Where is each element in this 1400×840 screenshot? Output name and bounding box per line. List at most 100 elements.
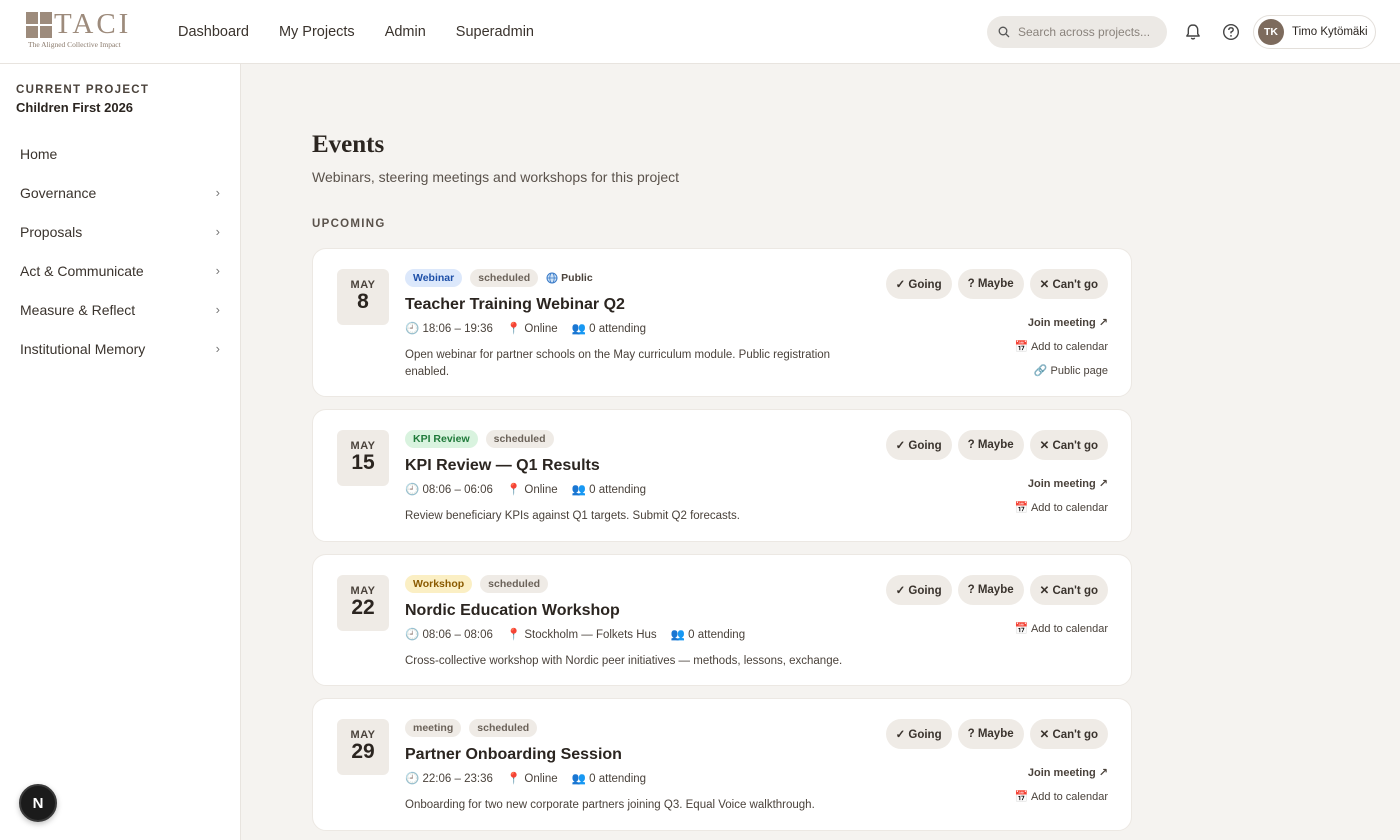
- chevron-right-icon: ›: [215, 341, 220, 356]
- event-location: 📍 Online: [506, 323, 558, 335]
- dev-tools-badge[interactable]: N: [19, 784, 57, 822]
- rsvp-cant-go-button[interactable]: ✕ Can't go: [1029, 719, 1108, 749]
- event-description: Open webinar for partner schools on the …: [405, 349, 831, 378]
- public-page-link[interactable]: 🔗 Public page: [1015, 363, 1108, 379]
- event-date: MAY 8: [337, 269, 389, 325]
- status-badge: scheduled: [485, 430, 554, 448]
- event-type-badge: Webinar: [405, 269, 463, 287]
- sidebar-item-label: Measure & Reflect: [20, 301, 136, 318]
- event-day: 8: [357, 290, 369, 313]
- rsvp-maybe-button[interactable]: ? Maybe: [957, 575, 1024, 605]
- user-name: Timo Kytömäki: [1292, 26, 1368, 38]
- event-time: 🕘 08:06 – 08:06: [405, 629, 493, 641]
- event-time: 🕘 08:06 – 06:06: [405, 484, 493, 496]
- bell-icon[interactable]: [1183, 22, 1203, 42]
- search-icon: [998, 26, 1010, 38]
- nav-admin[interactable]: Admin: [385, 24, 426, 40]
- add-to-calendar-link[interactable]: 📅 Add to calendar: [1015, 500, 1108, 516]
- event-attending: 👥 0 attending: [571, 323, 647, 335]
- avatar: TK: [1258, 19, 1284, 45]
- chevron-right-icon: ›: [215, 185, 220, 200]
- event-card: MAY 29 meeting scheduled Partner Onboard…: [312, 698, 1132, 831]
- event-date: MAY 22: [337, 575, 389, 631]
- rsvp-cant-go-button[interactable]: ✕ Can't go: [1029, 269, 1108, 299]
- sidebar-item-label: Home: [20, 145, 58, 162]
- add-to-calendar-link[interactable]: 📅 Add to calendar: [1015, 621, 1108, 637]
- page-title: Events: [312, 131, 385, 158]
- event-description: Onboarding for two new corporate partner…: [405, 799, 815, 811]
- event-attending: 👥 0 attending: [571, 773, 647, 785]
- event-location: 📍 Online: [506, 773, 558, 785]
- rsvp-going-button[interactable]: ✓ Going: [885, 719, 952, 749]
- join-meeting-link[interactable]: Join meeting ↗: [1015, 476, 1108, 492]
- join-meeting-link[interactable]: Join meeting ↗: [1015, 765, 1108, 781]
- event-location: 📍 Online: [506, 484, 558, 496]
- search-input[interactable]: [1018, 25, 1158, 39]
- event-title[interactable]: Partner Onboarding Session: [405, 745, 865, 764]
- event-title[interactable]: Teacher Training Webinar Q2: [405, 295, 865, 314]
- top-bar: TACI The Aligned Collective Impact Dashb…: [0, 0, 1400, 64]
- user-menu[interactable]: TK Timo Kytömäki: [1253, 15, 1376, 49]
- sidebar-item-label: Proposals: [20, 223, 83, 240]
- rsvp-going-button[interactable]: ✓ Going: [885, 269, 952, 299]
- event-title[interactable]: Nordic Education Workshop: [405, 601, 865, 620]
- page-subtitle: Webinars, steering meetings and workshop…: [312, 169, 680, 185]
- nav-my-projects[interactable]: My Projects: [279, 24, 355, 40]
- event-attending: 👥 0 attending: [571, 484, 647, 496]
- logo-wordmark: TACI: [54, 8, 132, 40]
- public-badge: Public: [546, 272, 593, 284]
- event-card: MAY 15 KPI Review scheduled KPI Review —…: [312, 409, 1132, 542]
- rsvp-cant-go-button[interactable]: ✕ Can't go: [1029, 430, 1108, 460]
- help-icon[interactable]: [1221, 22, 1241, 42]
- logo-mark-icon: [26, 12, 52, 38]
- chevron-right-icon: ›: [215, 263, 220, 278]
- event-day: 29: [351, 740, 375, 763]
- event-type-badge: meeting: [405, 719, 462, 737]
- rsvp-going-button[interactable]: ✓ Going: [885, 430, 952, 460]
- add-to-calendar-link[interactable]: 📅 Add to calendar: [1015, 339, 1108, 355]
- sidebar-item-institutional-memory[interactable]: Institutional Memory ›: [8, 329, 232, 368]
- sidebar-item-home[interactable]: Home: [8, 134, 232, 173]
- sidebar-menu: Home Governance › Proposals › Act & Comm…: [8, 134, 232, 368]
- chevron-right-icon: ›: [215, 302, 220, 317]
- event-card: MAY 22 Workshop scheduled Nordic Educati…: [312, 554, 1132, 686]
- event-location: 📍 Stockholm — Folkets Hus: [506, 629, 657, 641]
- event-description: Cross-collective workshop with Nordic pe…: [405, 655, 843, 667]
- event-date: MAY 15: [337, 430, 389, 486]
- sidebar-item-act-communicate[interactable]: Act & Communicate ›: [8, 251, 232, 290]
- event-time: 🕘 22:06 – 23:36: [405, 773, 493, 785]
- sidebar: CURRENT PROJECT Children First 2026 Home…: [0, 64, 241, 840]
- public-label: Public: [561, 272, 593, 284]
- event-description: Review beneficiary KPIs against Q1 targe…: [405, 510, 740, 522]
- globe-icon: [546, 272, 558, 284]
- rsvp-maybe-button[interactable]: ? Maybe: [957, 430, 1024, 460]
- status-badge: scheduled: [470, 269, 539, 287]
- join-meeting-link[interactable]: Join meeting ↗: [1015, 315, 1108, 331]
- chevron-right-icon: ›: [215, 224, 220, 239]
- event-type-badge: Workshop: [405, 575, 473, 593]
- sidebar-item-governance[interactable]: Governance ›: [8, 173, 232, 212]
- add-to-calendar-link[interactable]: 📅 Add to calendar: [1015, 789, 1108, 805]
- main-nav: Dashboard My Projects Admin Superadmin: [178, 0, 534, 64]
- event-day: 15: [351, 451, 375, 474]
- sidebar-item-label: Act & Communicate: [20, 262, 144, 279]
- sidebar-item-proposals[interactable]: Proposals ›: [8, 212, 232, 251]
- event-type-badge: KPI Review: [405, 430, 478, 448]
- nav-dashboard[interactable]: Dashboard: [178, 24, 249, 40]
- rsvp-maybe-button[interactable]: ? Maybe: [957, 719, 1024, 749]
- sidebar-item-label: Institutional Memory: [20, 340, 146, 357]
- nav-superadmin[interactable]: Superadmin: [456, 24, 534, 40]
- logo-tagline: The Aligned Collective Impact: [28, 40, 121, 49]
- event-title[interactable]: KPI Review — Q1 Results: [405, 456, 865, 475]
- sidebar-item-measure-reflect[interactable]: Measure & Reflect ›: [8, 290, 232, 329]
- event-card: MAY 8 Webinar scheduled Public Teacher T…: [312, 248, 1132, 397]
- rsvp-going-button[interactable]: ✓ Going: [885, 575, 952, 605]
- status-badge: scheduled: [469, 719, 538, 737]
- section-upcoming-label: UPCOMING: [312, 218, 386, 230]
- rsvp-maybe-button[interactable]: ? Maybe: [957, 269, 1024, 299]
- sidebar-item-label: Governance: [20, 184, 97, 201]
- rsvp-cant-go-button[interactable]: ✕ Can't go: [1029, 575, 1108, 605]
- event-date: MAY 29: [337, 719, 389, 775]
- event-day: 22: [351, 596, 375, 619]
- taci-logo[interactable]: TACI The Aligned Collective Impact: [26, 8, 132, 49]
